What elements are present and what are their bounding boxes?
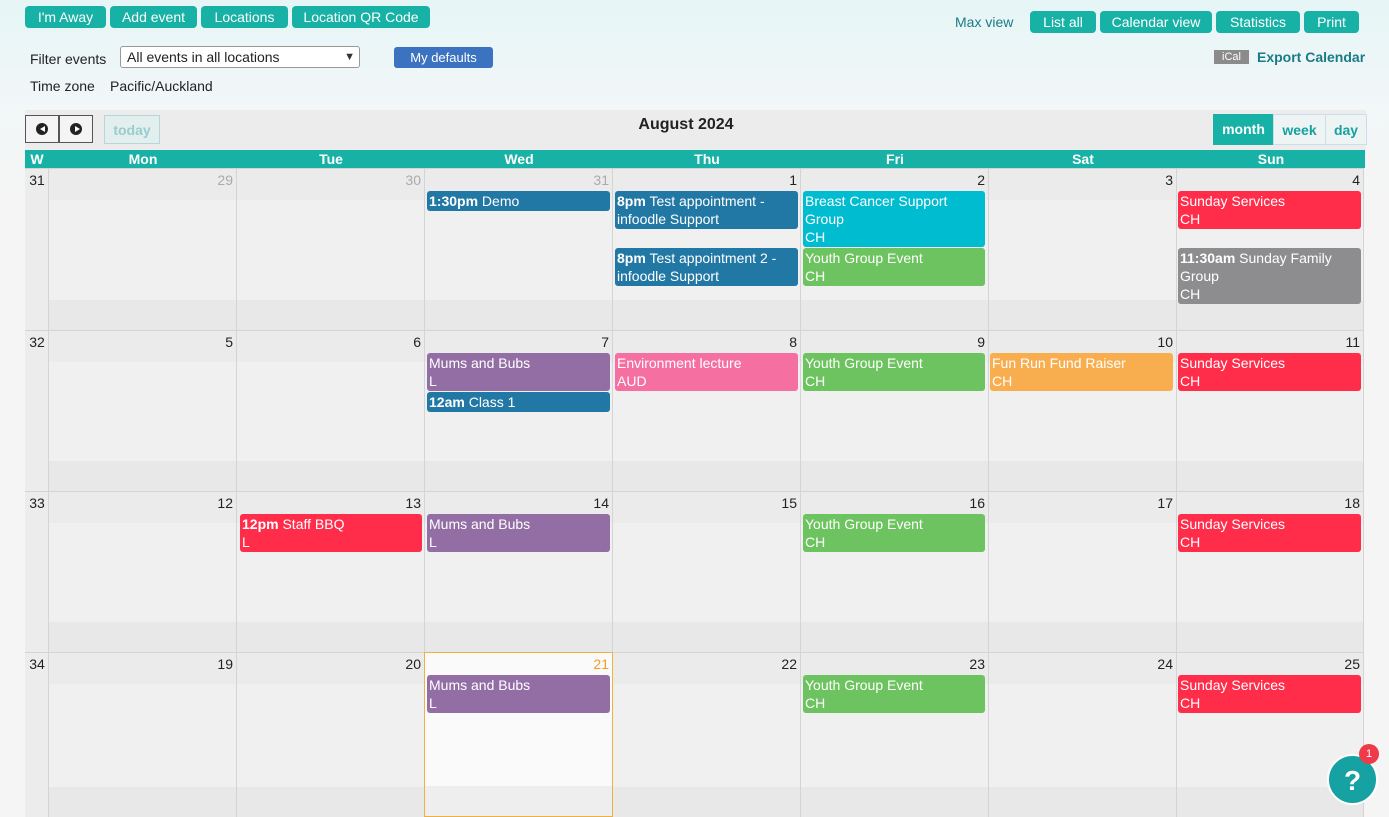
view-week-button[interactable]: week [1273,114,1326,145]
day-number: 1 [789,172,797,188]
day-number: 21 [593,656,609,672]
day-cell[interactable]: 19 [49,652,237,817]
filter-events-select[interactable]: All events in all locations ▼ [120,46,360,68]
weekday-header-sat: Sat [989,150,1177,168]
notification-badge: 1 [1359,744,1379,764]
day-cell[interactable]: 3 [989,168,1177,330]
im-away-button[interactable]: I'm Away [25,6,106,28]
event-youth-group[interactable]: Youth Group Event CH [803,353,985,391]
day-number: 17 [1157,495,1173,511]
list-all-button[interactable]: List all [1030,11,1096,33]
weekday-header-sun: Sun [1177,150,1365,168]
question-icon: ? [1343,765,1362,796]
event-staff-bbq[interactable]: 12pm Staff BBQ L [240,514,422,552]
day-number: 25 [1344,656,1360,672]
locations-button[interactable]: Locations [201,6,288,28]
event-breast-cancer-support[interactable]: Breast Cancer Support Group CH [803,191,985,247]
event-sunday-services[interactable]: Sunday Services CH [1178,675,1361,713]
week-number-cell: 33 [25,491,49,652]
weekday-header-mon: Mon [49,150,237,168]
add-event-button[interactable]: Add event [110,6,197,28]
day-number: 16 [969,495,985,511]
timezone-value: Pacific/Auckland [110,78,213,94]
event-fun-run[interactable]: Fun Run Fund Raiser CH [990,353,1173,391]
calendar-title: August 2024 [638,116,734,133]
day-number: 15 [781,495,797,511]
weekday-header-tue: Tue [237,150,425,168]
event-mums-and-bubs[interactable]: Mums and Bubs L [427,675,610,713]
day-number: 24 [1157,656,1173,672]
day-cell[interactable]: 17 [989,491,1177,652]
day-number: 5 [225,334,233,350]
ical-icon[interactable]: iCal [1214,50,1249,64]
weekday-header-week: W [25,150,49,168]
day-cell[interactable]: 6 [237,330,425,491]
event-test-appointment-2[interactable]: 8pm Test appointment 2 - infoodle Suppor… [615,248,798,286]
view-day-button[interactable]: day [1325,114,1367,145]
chevron-down-icon: ▼ [344,51,355,63]
day-number: 19 [217,656,233,672]
location-qr-button[interactable]: Location QR Code [292,6,430,28]
timezone-label: Time zone [30,78,95,94]
day-cell[interactable]: 22 [613,652,801,817]
next-month-button[interactable] [59,115,93,143]
day-cell[interactable]: 20 [237,652,425,817]
weekday-header-wed: Wed [425,150,613,168]
day-number: 20 [405,656,421,672]
my-defaults-button[interactable]: My defaults [394,47,493,68]
day-cell[interactable]: 12 [49,491,237,652]
week-number-cell: 32 [25,330,49,491]
day-number: 23 [969,656,985,672]
prev-month-button[interactable] [25,115,59,143]
day-number: 4 [1352,172,1360,188]
day-number: 31 [593,172,609,188]
event-mums-and-bubs[interactable]: Mums and Bubs L [427,353,610,391]
day-cell[interactable]: 5 [49,330,237,491]
weekday-header-thu: Thu [613,150,801,168]
day-cell[interactable]: 30 [237,168,425,330]
day-number: 22 [781,656,797,672]
filter-events-value: All events in all locations [127,49,280,65]
day-number: 10 [1157,334,1173,350]
event-test-appointment[interactable]: 8pm Test appointment - infoodle Support [615,191,798,229]
max-view-link[interactable]: Max view [955,14,1013,30]
day-number: 14 [593,495,609,511]
day-number: 30 [405,172,421,188]
view-month-button[interactable]: month [1213,114,1274,145]
event-class-1[interactable]: 12am Class 1 [427,392,610,412]
day-number: 3 [1165,172,1173,188]
day-number: 18 [1344,495,1360,511]
day-number: 6 [413,334,421,350]
day-number: 9 [977,334,985,350]
event-mums-and-bubs[interactable]: Mums and Bubs L [427,514,610,552]
week-number-cell: 34 [25,652,49,817]
day-number: 7 [601,334,609,350]
day-number: 13 [405,495,421,511]
event-youth-group[interactable]: Youth Group Event CH [803,514,985,552]
day-number: 11 [1345,334,1360,350]
event-demo[interactable]: 1:30pm Demo [427,191,610,211]
day-number: 12 [217,495,233,511]
event-sunday-services[interactable]: Sunday Services CH [1178,353,1361,391]
filter-events-label: Filter events [30,51,107,67]
calendar-view-button[interactable]: Calendar view [1100,11,1212,33]
day-number: 8 [789,334,797,350]
day-cell[interactable]: 24 [989,652,1177,817]
event-youth-group[interactable]: Youth Group Event CH [803,675,985,713]
event-environment-lecture[interactable]: Environment lecture AUD [615,353,798,391]
event-youth-group[interactable]: Youth Group Event CH [803,248,985,286]
statistics-button[interactable]: Statistics [1216,11,1300,33]
export-calendar-link[interactable]: Export Calendar [1257,49,1365,65]
week-number-cell: 31 [25,168,49,330]
day-cell[interactable]: 15 [613,491,801,652]
event-sunday-family-group[interactable]: 11:30am Sunday Family Group CH [1178,248,1361,304]
day-number: 2 [977,172,985,188]
event-sunday-services[interactable]: Sunday Services CH [1178,514,1361,552]
weekday-header-fri: Fri [801,150,989,168]
print-button[interactable]: Print [1304,11,1359,33]
today-button[interactable]: today [104,115,160,144]
event-sunday-services[interactable]: Sunday Services CH [1178,191,1361,229]
day-number: 29 [217,172,233,188]
day-cell[interactable]: 29 [49,168,237,330]
